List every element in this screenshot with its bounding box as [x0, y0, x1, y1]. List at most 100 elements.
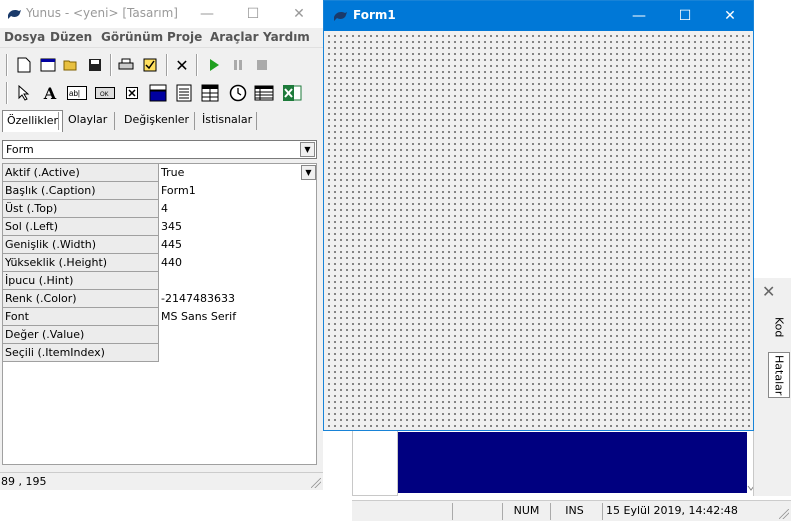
tab-separator	[58, 112, 59, 130]
pause-icon[interactable]	[228, 55, 248, 75]
property-value[interactable]: 440	[161, 254, 316, 272]
property-row[interactable]: İpucu (.Hint)	[3, 272, 316, 290]
menu-araclar[interactable]: Araçlar	[210, 30, 259, 44]
close-button[interactable]: ✕	[276, 0, 322, 28]
tab-degiskenler[interactable]: Değişkenler	[120, 110, 193, 132]
property-row[interactable]: Üst (.Top) 4	[3, 200, 316, 218]
property-value[interactable]: 345	[161, 218, 316, 236]
ide-title: Yunus - <yeni> [Tasarım]	[26, 6, 178, 20]
property-name: Sol (.Left)	[3, 218, 159, 236]
property-name: Yükseklik (.Height)	[3, 254, 159, 272]
listbox-tool-icon[interactable]	[174, 83, 194, 103]
status-ins: INS	[550, 503, 598, 520]
form-design-surface[interactable]	[324, 31, 753, 430]
dolphin-icon	[334, 12, 347, 21]
ide-window: Yunus - <yeni> [Tasarım] — ☐ ✕ Dosya Düz…	[0, 0, 323, 490]
property-value[interactable]: 445	[161, 236, 316, 254]
excel-tool-icon[interactable]	[282, 83, 302, 103]
property-value[interactable]: 4	[161, 200, 316, 218]
save-icon[interactable]	[85, 55, 105, 75]
form-minimize-button[interactable]: —	[616, 1, 662, 31]
button-tool-icon[interactable]: OK	[94, 83, 116, 103]
label-tool-icon[interactable]: A	[40, 83, 60, 103]
grid-tool-icon[interactable]	[200, 83, 220, 103]
tab-olaylar[interactable]: Olaylar	[64, 110, 111, 132]
textbox-tool-icon[interactable]: ab|	[66, 83, 88, 103]
file-toolbar: ✕	[6, 51, 306, 79]
property-row[interactable]: Genişlik (.Width) 445	[3, 236, 316, 254]
property-row[interactable]: Font MS Sans Serif	[3, 308, 316, 326]
tab-istisnalar[interactable]: İstisnalar	[198, 110, 256, 132]
toolbar-separator	[166, 54, 168, 76]
property-value[interactable]: MS Sans Serif	[161, 308, 316, 326]
run-icon[interactable]	[204, 55, 224, 75]
property-row[interactable]: Yükseklik (.Height) 440	[3, 254, 316, 272]
new-file-icon[interactable]	[14, 55, 34, 75]
resize-grip[interactable]	[311, 478, 321, 488]
panel-close-icon[interactable]: ✕	[762, 282, 775, 301]
chevron-down-icon[interactable]: ▼	[300, 142, 315, 157]
tab-ozellikler[interactable]: Özellikler	[2, 110, 64, 132]
tab-olaylar-label: Olaylar	[68, 113, 108, 126]
property-grid: Aktif (.Active) True ▼ Başlık (.Caption)…	[2, 163, 317, 465]
tab-kod[interactable]: Kod	[768, 312, 790, 342]
object-selector-value: Form	[6, 143, 34, 156]
toolbar-separator	[6, 82, 8, 104]
property-name: Başlık (.Caption)	[3, 182, 159, 200]
tab-hatalar[interactable]: Hatalar	[768, 352, 790, 398]
chevron-down-icon[interactable]: ▼	[301, 165, 316, 180]
delete-icon[interactable]: ✕	[172, 55, 192, 75]
print-icon[interactable]	[116, 55, 136, 75]
timer-tool-icon[interactable]	[228, 83, 248, 103]
form-maximize-button[interactable]: ☐	[662, 1, 708, 31]
property-row[interactable]: Aktif (.Active) True ▼	[3, 164, 316, 182]
check-icon[interactable]	[140, 55, 160, 75]
menu-proje[interactable]: Proje	[167, 30, 202, 44]
menu-gorunum[interactable]: Görünüm	[101, 30, 163, 44]
code-line-gutter	[352, 428, 398, 496]
tab-kod-label: Kod	[772, 316, 786, 338]
code-editor-selection[interactable]	[398, 432, 747, 493]
property-row[interactable]: Değer (.Value)	[3, 326, 316, 344]
property-value: True	[161, 166, 185, 179]
menu-dosya[interactable]: Dosya	[4, 30, 45, 44]
property-row[interactable]: Seçili (.ItemIndex)	[3, 344, 316, 362]
status-num: NUM	[502, 503, 550, 520]
menu-yardim[interactable]: Yardım	[263, 30, 310, 44]
property-value[interactable]	[161, 326, 316, 344]
main-status-bar: NUM INS 15 Eylül 2019, 14:42:48	[352, 500, 791, 521]
property-value[interactable]: -2147483633	[161, 290, 316, 308]
resize-grip[interactable]	[779, 509, 789, 519]
tab-hatalar-label: Hatalar	[772, 354, 786, 396]
new-form-icon[interactable]	[38, 55, 58, 75]
property-row[interactable]: Sol (.Left) 345	[3, 218, 316, 236]
property-name: İpucu (.Hint)	[3, 272, 159, 290]
ide-titlebar[interactable]: Yunus - <yeni> [Tasarım] — ☐ ✕	[0, 0, 323, 28]
open-folder-icon[interactable]	[61, 55, 81, 75]
property-value[interactable]	[161, 272, 316, 290]
property-value-field[interactable]: True ▼	[161, 164, 316, 182]
object-selector[interactable]: Form ▼	[2, 140, 317, 159]
property-row[interactable]: Başlık (.Caption) Form1	[3, 182, 316, 200]
tab-separator	[256, 112, 257, 130]
property-value[interactable]	[161, 344, 316, 362]
table-tool-icon[interactable]	[254, 83, 274, 103]
pointer-icon[interactable]	[14, 83, 34, 103]
menu-duzen[interactable]: Düzen	[50, 30, 92, 44]
tab-degiskenler-label: Değişkenler	[124, 113, 190, 126]
form-close-button[interactable]: ✕	[707, 1, 753, 31]
property-value[interactable]: Form1	[161, 182, 316, 200]
form-titlebar[interactable]: Form1 — ☐ ✕	[324, 1, 753, 31]
dolphin-icon	[8, 10, 21, 19]
combobox-tool-icon[interactable]	[148, 83, 168, 103]
toolbar-separator	[110, 54, 112, 76]
property-name: Font	[3, 308, 159, 326]
property-row[interactable]: Renk (.Color) -2147483633	[3, 290, 316, 308]
property-name: Renk (.Color)	[3, 290, 159, 308]
status-empty-cell	[452, 503, 502, 520]
maximize-button[interactable]: ☐	[230, 0, 276, 28]
checkbox-tool-icon[interactable]	[122, 83, 142, 103]
property-name: Seçili (.ItemIndex)	[3, 344, 159, 362]
minimize-button[interactable]: —	[184, 0, 230, 28]
stop-icon[interactable]	[252, 55, 272, 75]
